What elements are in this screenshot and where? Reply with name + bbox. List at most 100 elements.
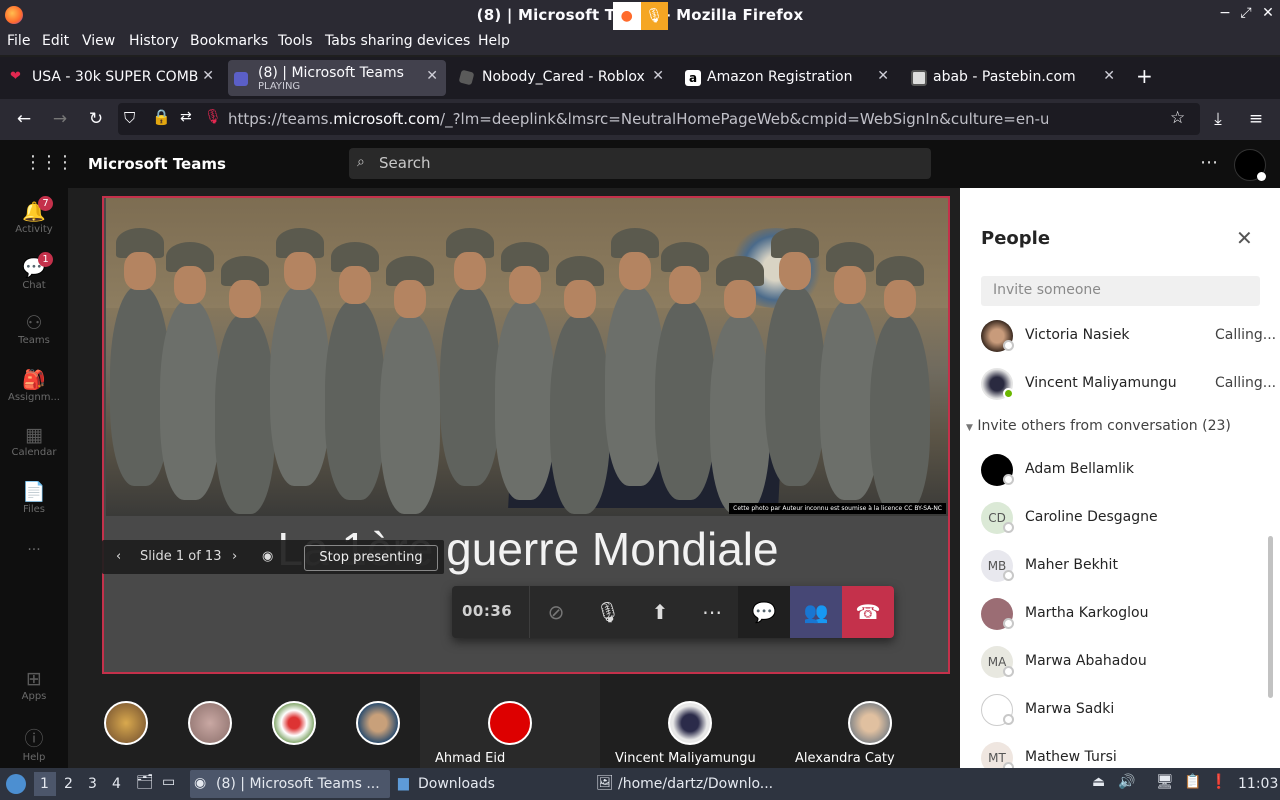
close-icon[interactable]: ✕: [1236, 226, 1253, 250]
task-image-viewer[interactable]: 🖼 /home/dartz/Downlo...: [594, 770, 790, 798]
person-row[interactable]: MB Maher Bekhit: [981, 546, 1271, 586]
start-menu-icon[interactable]: [6, 774, 26, 794]
conversation-section[interactable]: ▼ Invite others from conversation (23): [966, 418, 1231, 434]
tab-label: abab - Pastebin.com: [933, 69, 1076, 85]
tab-pastebin[interactable]: abab - Pastebin.com ✕: [903, 60, 1123, 96]
tab-roblox[interactable]: Nobody_Cared - Roblox ✕: [452, 60, 672, 96]
avatar[interactable]: [356, 701, 400, 745]
microphone-icon[interactable]: 🎙: [582, 586, 634, 638]
desktop-icon[interactable]: ▭: [162, 774, 175, 790]
rail-assignments[interactable]: 🎒 Assignm...: [0, 368, 68, 403]
avatar[interactable]: [188, 701, 232, 745]
volume-icon[interactable]: 🔊: [1118, 774, 1135, 790]
tab-label: (8) | Microsoft Teams: [258, 65, 404, 81]
search-input[interactable]: ⌕ Search: [349, 148, 931, 179]
workspace-1[interactable]: 1: [40, 776, 49, 792]
person-calling[interactable]: Vincent Maliyamungu Calling...: [981, 364, 1276, 404]
invite-input[interactable]: Invite someone: [981, 276, 1260, 306]
camera-off-icon[interactable]: ⊘: [530, 586, 582, 638]
bookmark-star-icon[interactable]: ☆: [1170, 108, 1185, 128]
workspace-2[interactable]: 2: [64, 776, 73, 792]
person-row[interactable]: Marwa Sadki: [981, 690, 1271, 730]
menu-view[interactable]: View: [82, 33, 115, 49]
menu-help[interactable]: Help: [478, 33, 510, 49]
eye-icon[interactable]: ◉: [262, 549, 273, 564]
more-options-icon[interactable]: ⋯: [1200, 152, 1218, 173]
avatar[interactable]: [1234, 149, 1266, 181]
chat-toggle-icon[interactable]: 💬: [738, 586, 790, 638]
person-row[interactable]: CD Caroline Desgagne: [981, 498, 1271, 538]
tab-close-icon[interactable]: ✕: [877, 68, 889, 84]
share-screen-icon[interactable]: ⬆: [634, 586, 686, 638]
scrollbar[interactable]: [1268, 536, 1273, 698]
workspace-4[interactable]: 4: [112, 776, 121, 792]
workspace-3[interactable]: 3: [88, 776, 97, 792]
participant-tile-vincent[interactable]: Vincent Maliyamungu: [600, 674, 780, 768]
lock-icon[interactable]: 🔒: [152, 108, 171, 126]
tab-usa-combo[interactable]: ❤ USA - 30k SUPER COMBO ✕: [2, 60, 222, 96]
person-calling[interactable]: Victoria Nasiek Calling...: [981, 316, 1276, 356]
person-row[interactable]: MA Marwa Abahadou: [981, 642, 1271, 682]
avatar[interactable]: [272, 701, 316, 745]
person-row[interactable]: Martha Karkoglou: [981, 594, 1271, 634]
close-icon[interactable]: ✕: [1259, 5, 1277, 21]
menu-bookmarks[interactable]: Bookmarks: [190, 33, 268, 49]
task-firefox[interactable]: ◉ (8) | Microsoft Teams ...: [190, 770, 390, 798]
microphone-icon[interactable]: 🎙: [204, 109, 222, 125]
network-icon[interactable]: 🖥: [1156, 774, 1174, 790]
participant-tile-alexandra[interactable]: Alexandra Caty: [780, 674, 960, 768]
tab-playing-label: PLAYING: [258, 81, 301, 92]
menu-tools[interactable]: Tools: [278, 33, 313, 49]
rail-more[interactable]: ...: [0, 538, 68, 554]
shield-icon[interactable]: ⛉: [124, 109, 135, 127]
assignments-icon: 🎒: [22, 369, 46, 391]
menu-file[interactable]: File: [7, 33, 30, 49]
stop-presenting-button[interactable]: Stop presenting: [304, 545, 438, 571]
rail-files[interactable]: 📄 Files: [0, 480, 68, 515]
rail-calendar[interactable]: ▦ Calendar: [0, 424, 68, 458]
tab-amazon[interactable]: a Amazon Registration ✕: [677, 60, 897, 96]
reload-icon[interactable]: ↻: [86, 109, 106, 129]
app-launcher-icon[interactable]: ⋮⋮⋮: [24, 152, 74, 173]
menu-tabs-sharing-devices[interactable]: Tabs sharing devices: [325, 33, 470, 49]
rail-help[interactable]: ⓘ Help: [0, 724, 68, 763]
clipboard-icon[interactable]: 📋: [1184, 774, 1201, 790]
menu-edit[interactable]: Edit: [42, 33, 69, 49]
person-row[interactable]: Adam Bellamlik: [981, 450, 1271, 490]
tab-close-icon[interactable]: ✕: [652, 68, 664, 84]
minimize-icon[interactable]: −: [1216, 5, 1234, 21]
notification-icon[interactable]: ❗: [1210, 774, 1227, 790]
maximize-icon[interactable]: ⤢: [1237, 5, 1255, 21]
participant-tile-ahmad[interactable]: Ahmad Eid: [420, 674, 600, 768]
avatar[interactable]: [104, 701, 148, 745]
menu-history[interactable]: History: [129, 33, 179, 49]
task-downloads[interactable]: ▆ Downloads: [394, 770, 590, 798]
downloads-icon[interactable]: ⤓: [1208, 109, 1228, 129]
back-icon[interactable]: ←: [14, 109, 34, 129]
next-slide-icon[interactable]: ›: [232, 549, 237, 564]
rail-apps[interactable]: ⊞ Apps: [0, 668, 68, 702]
sharing-indicator[interactable]: ● 🎙: [613, 2, 668, 30]
previous-slide-icon[interactable]: ‹: [116, 549, 121, 564]
permissions-icon[interactable]: ⇄: [180, 109, 192, 125]
tab-close-icon[interactable]: ✕: [1103, 68, 1115, 84]
rail-activity[interactable]: 🔔 Activity 7: [0, 196, 68, 235]
new-tab-button[interactable]: +: [1130, 62, 1160, 98]
person-name: Adam Bellamlik: [1025, 461, 1134, 477]
forward-icon[interactable]: →: [50, 109, 70, 129]
hang-up-icon[interactable]: ☎: [842, 586, 894, 638]
rail-teams[interactable]: ⚇ Teams: [0, 312, 68, 346]
file-manager-icon[interactable]: 🗂: [136, 774, 154, 790]
people-toggle-icon[interactable]: 👥: [790, 586, 842, 638]
menu-hamburger-icon[interactable]: ≡: [1246, 109, 1266, 129]
eject-icon[interactable]: ⏏: [1092, 774, 1105, 790]
tab-close-icon[interactable]: ✕: [202, 68, 214, 84]
more-actions-icon[interactable]: ⋯: [686, 586, 738, 638]
tab-label: Amazon Registration: [707, 69, 853, 85]
url-text[interactable]: https://teams.microsoft.com/_?lm=deeplin…: [228, 110, 1048, 128]
url-bar[interactable]: ⛉ 🔒 ⇄ 🎙 https://teams.microsoft.com/_?lm…: [118, 103, 1200, 135]
tab-close-icon[interactable]: ✕: [426, 68, 438, 84]
rail-chat[interactable]: 💬 Chat 1: [0, 252, 68, 291]
tab-microsoft-teams[interactable]: (8) | Microsoft Teams PLAYING ✕: [228, 60, 446, 96]
search-placeholder: Search: [379, 154, 431, 172]
